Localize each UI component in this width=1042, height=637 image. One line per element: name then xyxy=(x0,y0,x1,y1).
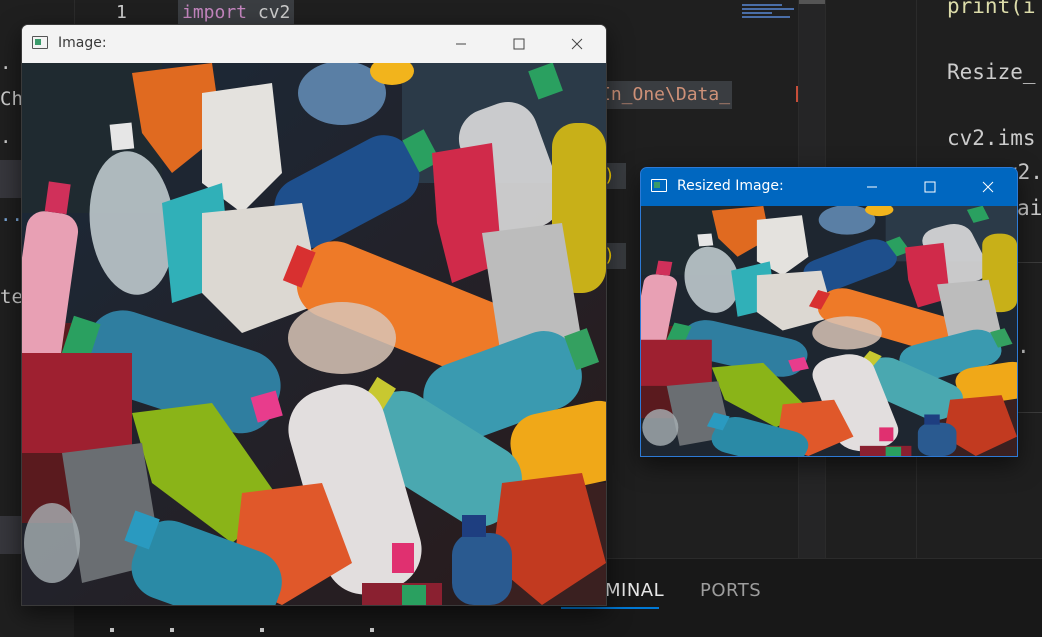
close-button[interactable] xyxy=(959,168,1017,206)
plastic-bottles-image xyxy=(22,63,606,605)
code-fragment: Resize_ xyxy=(947,60,1036,84)
minimize-icon xyxy=(867,186,877,188)
explorer-selection xyxy=(0,516,22,554)
line-number: 1 xyxy=(116,2,127,23)
code-line-import[interactable]: import cv2 xyxy=(178,0,295,26)
opencv-window-icon xyxy=(32,36,48,49)
explorer-fragment: . xyxy=(0,126,12,148)
code-fragment: . xyxy=(1017,334,1030,358)
close-icon xyxy=(982,181,994,193)
maximize-icon xyxy=(513,38,525,50)
resized-image-window[interactable]: Resized Image: xyxy=(640,167,1018,457)
explorer-selection xyxy=(0,160,22,198)
plastic-bottles-image-resized xyxy=(641,206,1017,456)
minimize-button[interactable] xyxy=(432,25,490,63)
terminal-output xyxy=(110,628,510,634)
minimize-button[interactable] xyxy=(843,168,901,206)
window-titlebar[interactable]: Resized Image: xyxy=(641,168,1017,206)
paren-highlight: ) xyxy=(604,163,626,189)
close-button[interactable] xyxy=(548,25,606,63)
image-canvas xyxy=(641,206,1017,456)
window-title: Image: xyxy=(58,35,107,51)
window-titlebar[interactable]: Image: xyxy=(22,25,606,63)
keyword: import xyxy=(182,2,248,23)
maximize-button[interactable] xyxy=(490,25,548,63)
tab-terminal[interactable]: MINAL xyxy=(605,580,664,601)
explorer-fragment: . xyxy=(0,52,12,74)
path-string-fragment: In_One\Data_ xyxy=(600,81,732,109)
maximize-icon xyxy=(924,181,936,193)
image-canvas xyxy=(22,63,606,605)
minimize-icon xyxy=(456,43,466,45)
active-tab-indicator xyxy=(561,607,659,609)
opencv-window-icon xyxy=(651,179,667,192)
maximize-button[interactable] xyxy=(901,168,959,206)
image-window[interactable]: Image: xyxy=(21,24,607,606)
code-fragment: print(i xyxy=(947,0,1036,18)
module-name: cv2 xyxy=(257,2,291,23)
window-title: Resized Image: xyxy=(677,178,784,194)
code-fragment: ai xyxy=(1017,196,1042,220)
paren-highlight: ) xyxy=(604,243,626,269)
code-fragment: cv2.ims xyxy=(947,126,1036,150)
tab-ports[interactable]: PORTS xyxy=(700,580,761,601)
close-icon xyxy=(571,38,583,50)
